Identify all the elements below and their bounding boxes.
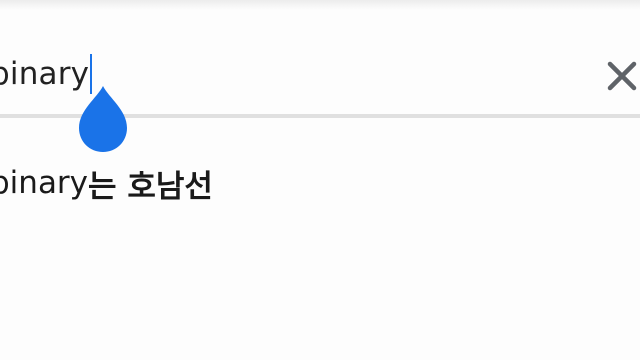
text-selection-handle[interactable] [75,84,131,154]
suggestion-item[interactable]: binary는 호남선 [0,160,213,206]
top-edge [0,0,640,10]
clear-button[interactable] [604,58,640,94]
close-icon [607,61,637,91]
suggestion-completion: 는 호남선 [88,168,213,205]
selection-handle-icon [79,86,127,152]
suggestion-prefix: binary [0,165,89,201]
search-screen: binary binary는 호남선 [0,0,640,360]
